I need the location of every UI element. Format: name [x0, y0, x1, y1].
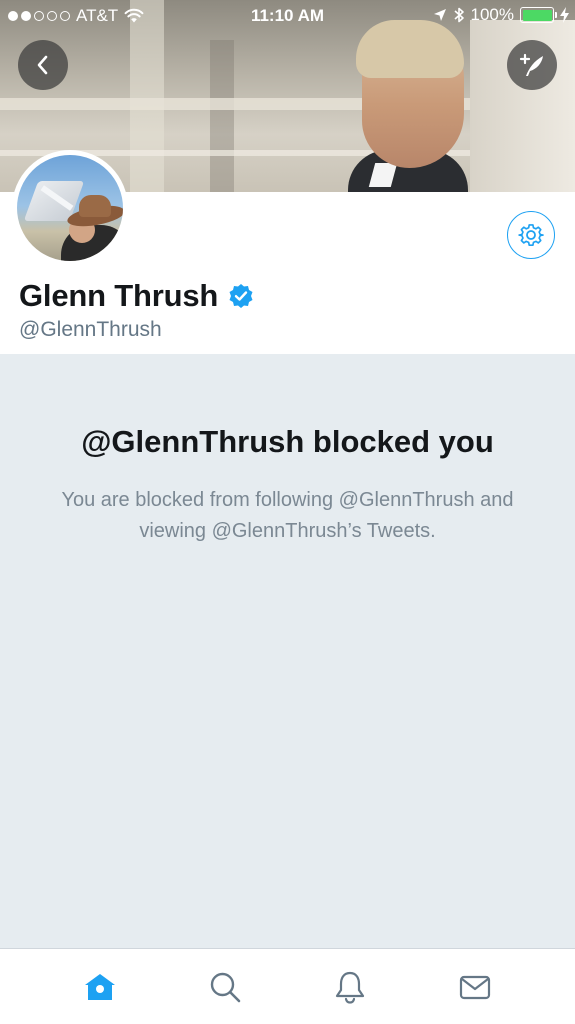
home-icon	[85, 973, 116, 1000]
battery-icon	[520, 7, 557, 23]
avatar-image	[17, 155, 123, 261]
back-button[interactable]	[18, 40, 68, 90]
tab-notifications[interactable]	[320, 957, 380, 1017]
battery-fill	[522, 9, 552, 21]
gear-icon	[518, 224, 544, 247]
chevron-left-icon	[37, 55, 48, 75]
wifi-icon	[124, 8, 144, 23]
blocked-title: @GlennThrush blocked you	[81, 424, 494, 459]
status-bar: AT&T 11:10 AM 100%	[0, 0, 575, 32]
blocked-description: You are blocked from following @GlennThr…	[61, 489, 514, 542]
location-arrow-icon	[433, 9, 446, 21]
compose-tweet-icon	[519, 53, 543, 76]
avatar-hat	[79, 195, 111, 217]
signal-dot	[60, 11, 70, 21]
signal-dot	[8, 11, 18, 21]
tab-home[interactable]	[70, 957, 130, 1017]
profile-name-row: Glenn Thrush	[19, 278, 254, 314]
compose-tweet-button[interactable]	[507, 40, 557, 90]
signal-strength-icon	[8, 11, 70, 21]
search-icon	[210, 972, 241, 1002]
status-right: 100%	[433, 5, 569, 25]
bluetooth-icon	[453, 7, 464, 23]
signal-dot	[47, 11, 57, 21]
tab-search[interactable]	[195, 957, 255, 1017]
bell-icon	[335, 971, 364, 1004]
verified-badge-icon	[229, 284, 253, 308]
signal-dot	[21, 11, 31, 21]
signal-dot	[34, 11, 44, 21]
profile-name: Glenn Thrush	[19, 278, 219, 313]
carrier-label: AT&T	[76, 6, 119, 25]
tab-messages[interactable]	[445, 957, 505, 1017]
settings-button[interactable]	[507, 211, 555, 259]
envelope-icon	[459, 975, 490, 999]
banner-column	[210, 40, 234, 192]
charging-bolt-icon	[560, 7, 569, 23]
bottom-tab-bar	[0, 948, 575, 1024]
status-left: AT&T	[8, 6, 144, 26]
blocked-notice: @GlennThrush blocked you You are blocked…	[0, 354, 575, 948]
profile-avatar[interactable]	[12, 150, 128, 266]
profile-handle: @GlennThrush	[19, 318, 162, 341]
battery-percent: 100%	[470, 5, 514, 24]
